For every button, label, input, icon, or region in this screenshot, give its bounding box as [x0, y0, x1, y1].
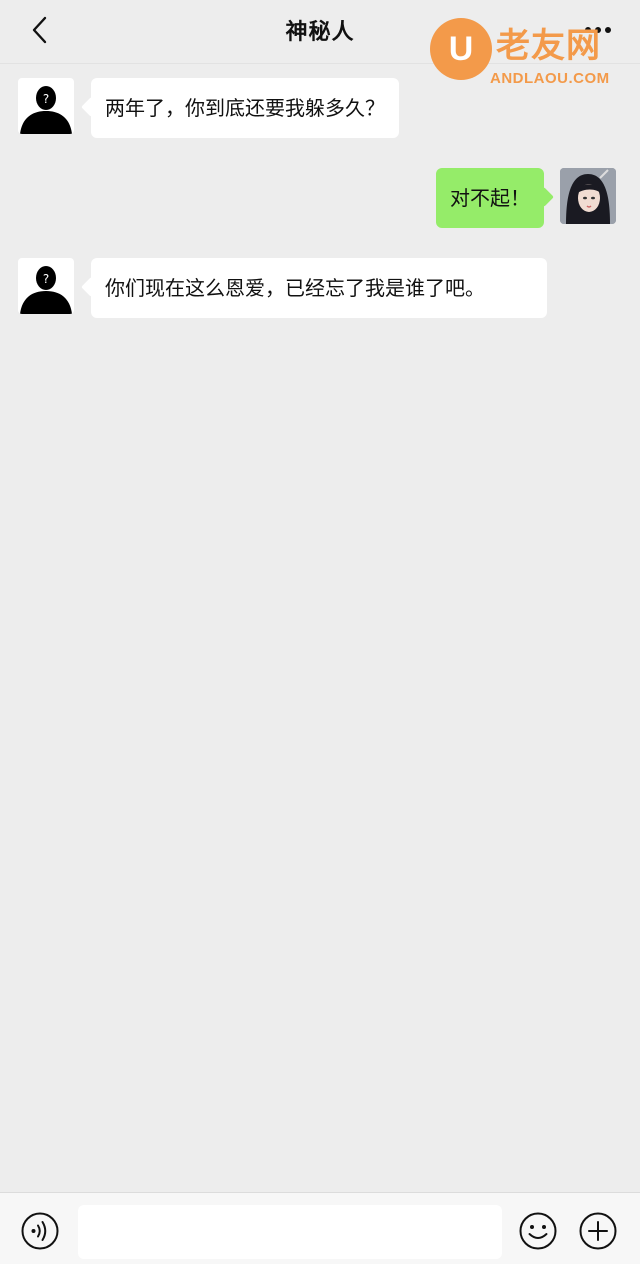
watermark-badge: U [430, 18, 492, 80]
mystery-person-avatar[interactable]: ? [18, 258, 74, 314]
emoji-button[interactable] [518, 1211, 558, 1251]
mystery-person-avatar[interactable]: ? [18, 78, 74, 134]
message-text: 你们现在这么恩爱，已经忘了我是谁了吧。 [105, 276, 485, 300]
message-bubble-outgoing[interactable]: 对不起！ [436, 168, 544, 228]
input-bar [0, 1192, 640, 1264]
voice-button[interactable] [20, 1211, 60, 1251]
message-bubble-incoming[interactable]: 你们现在这么恩爱，已经忘了我是谁了吧。 [91, 258, 547, 318]
watermark-logo: U 老友网 ANDLAOU.COM [428, 18, 628, 90]
plus-icon [579, 1212, 617, 1250]
silhouette-icon: ? [20, 86, 72, 134]
message-text: 对不起！ [450, 186, 530, 210]
user-avatar[interactable] [560, 168, 616, 224]
message-bubble-incoming[interactable]: 两年了，你到底还要我躲多久？ [91, 78, 399, 138]
voice-icon [21, 1212, 59, 1250]
message-text: 两年了，你到底还要我躲多久？ [105, 96, 385, 120]
chat-screen: 神秘人 U 老友网 ANDLAOU.COM ? 两年了，你到底还要我躲多久？ 对… [0, 0, 640, 1264]
plus-button[interactable] [578, 1211, 618, 1251]
message-input[interactable] [78, 1205, 502, 1259]
watermark-brand-en: ANDLAOU.COM [490, 70, 610, 87]
svg-text:?: ? [43, 92, 49, 106]
emoji-icon [519, 1212, 557, 1250]
user-portrait-icon [560, 168, 616, 224]
watermark-brand-cn: 老友网 [496, 26, 601, 66]
silhouette-icon: ? [20, 266, 72, 314]
svg-text:?: ? [43, 272, 49, 286]
